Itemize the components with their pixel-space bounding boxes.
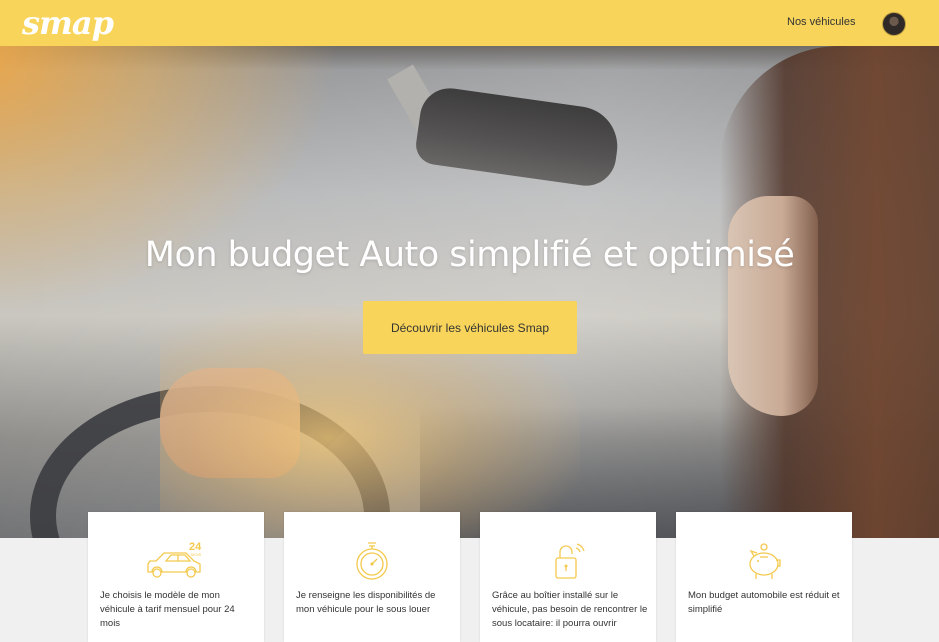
piggy-bank-icon xyxy=(749,543,781,579)
feature-card: Grâce au boîtier installé sur le véhicul… xyxy=(480,512,656,642)
hero-photo-sunlight xyxy=(0,46,340,316)
feature-text: Mon budget automobile est réduit et simp… xyxy=(688,590,840,615)
padlock-wireless-icon xyxy=(555,543,585,579)
stopwatch-icon xyxy=(356,542,388,580)
discover-vehicles-button[interactable]: Découvrir les véhicules Smap xyxy=(363,301,577,354)
svg-text:MOIS: MOIS xyxy=(191,552,202,557)
hero-photo-rearview-mirror xyxy=(413,84,623,190)
car-24-months-icon: 24 MOIS xyxy=(147,541,202,578)
user-avatar[interactable] xyxy=(882,12,906,36)
feature-card: Je renseigne les disponibilités de mon v… xyxy=(284,512,460,642)
feature-text: Je renseigne les disponibilités de mon v… xyxy=(296,590,436,615)
feature-card: Mon budget automobile est réduit et simp… xyxy=(676,512,852,642)
hero-banner: Mon budget Auto simplifié et optimisé Dé… xyxy=(0,46,939,538)
smap-logo[interactable]: smap xyxy=(22,4,114,42)
hero-photo-driver-face xyxy=(728,196,818,416)
hero-title: Mon budget Auto simplifié et optimisé xyxy=(144,235,795,275)
nav-link-vehicules[interactable]: Nos véhicules xyxy=(787,16,855,28)
top-header: smap Nos véhicules xyxy=(0,0,939,46)
feature-card: 24 MOIS Je choisis le modèle de mon véhi… xyxy=(88,512,264,642)
